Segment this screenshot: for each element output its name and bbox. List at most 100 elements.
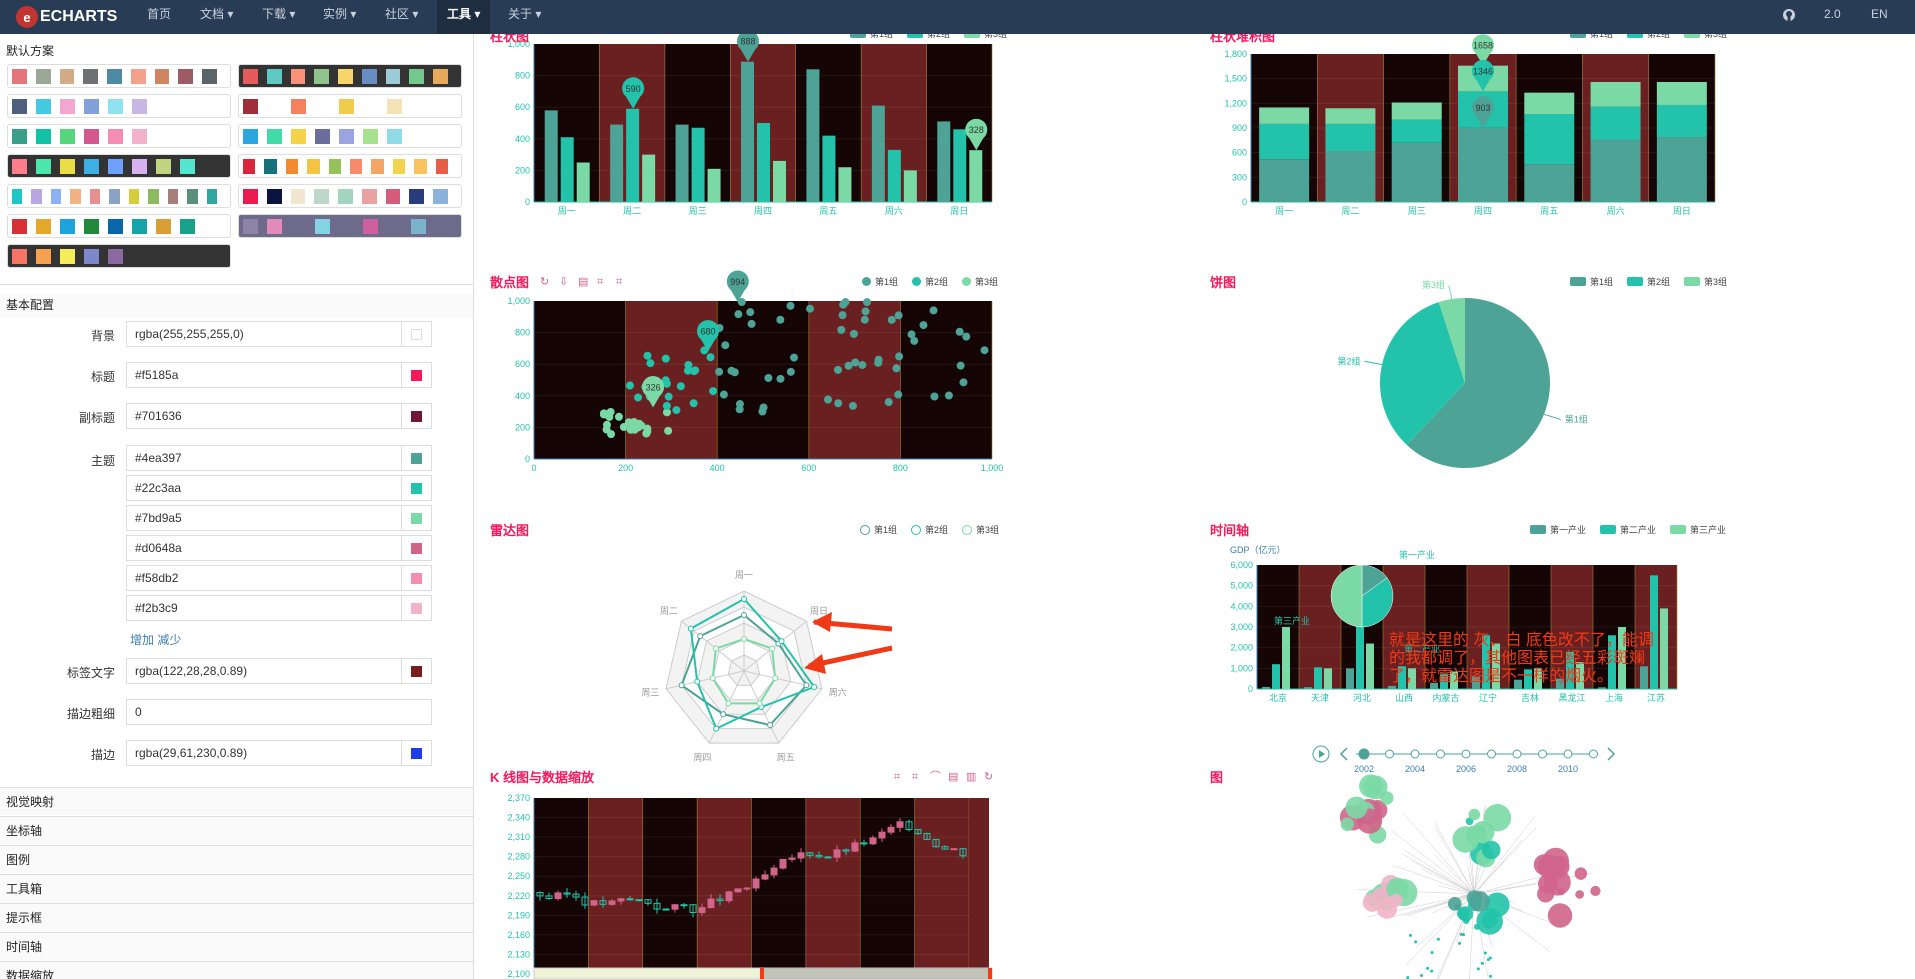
color-input[interactable]: rgba(255,255,255,0) (126, 321, 432, 347)
timeline-node[interactable] (1512, 749, 1522, 759)
preset-option[interactable] (7, 244, 231, 268)
datazoom-handle[interactable] (760, 968, 764, 979)
timeline-node[interactable] (1385, 749, 1394, 759)
theme-color-input[interactable]: #f58db2 (126, 565, 432, 591)
nav-tools[interactable]: 工具 ▾ (437, 0, 491, 34)
preset-option[interactable] (7, 154, 231, 178)
github-icon[interactable] (1782, 0, 1796, 34)
theme-color-input[interactable]: #d0648a (126, 535, 432, 561)
theme-color-input[interactable]: #f2b3c9 (126, 595, 432, 621)
accordion-item[interactable]: 坐标轴 (0, 816, 473, 844)
color-picker-button[interactable] (401, 741, 431, 765)
timeline-bar (1282, 627, 1290, 689)
add-color-link[interactable]: 增加 (130, 633, 154, 647)
preset-option[interactable] (7, 214, 231, 238)
toolbox-icon[interactable]: ⌒ (930, 770, 941, 783)
timeline-node[interactable] (1589, 749, 1598, 759)
nav-examples[interactable]: 实例 ▾ (323, 0, 356, 34)
version-link[interactable]: 2.0 (1824, 0, 1841, 34)
preset-option[interactable] (238, 214, 462, 238)
toolbox-icon[interactable]: ↻ (540, 276, 549, 288)
toolbox-icon[interactable]: ⌗ (616, 276, 622, 288)
color-input[interactable]: rgba(122,28,28,0.89) (126, 658, 432, 684)
toolbox-icon[interactable]: ⌗ (912, 771, 918, 783)
toolbox-icon[interactable]: ▥ (966, 771, 976, 783)
scatter-legend[interactable]: 第1组 第2组 第3组 (862, 275, 998, 288)
radar-legend[interactable]: 第1组 第2组 第3组 (860, 523, 999, 536)
timeline-prev-icon[interactable] (1339, 747, 1348, 761)
toolbox-icon[interactable]: ▤ (948, 771, 958, 783)
echarts-logo[interactable]: e ECHARTS (16, 6, 117, 28)
nav-download[interactable]: 下载 ▾ (262, 0, 295, 34)
color-input[interactable]: 0 (126, 699, 432, 725)
toolbox-icon[interactable]: ↻ (984, 771, 993, 783)
theme-color-input[interactable]: #22c3aa (126, 475, 432, 501)
preset-option[interactable] (7, 124, 231, 148)
timeline-node[interactable] (1563, 749, 1573, 759)
preset-option[interactable] (238, 184, 462, 208)
timeline-node[interactable] (1410, 749, 1420, 759)
accordion-item[interactable]: 提示框 (0, 903, 473, 931)
nav-about[interactable]: 关于 ▾ (508, 0, 541, 34)
preset-option[interactable] (7, 184, 231, 208)
toolbox-icon[interactable]: ⌗ (894, 771, 900, 783)
scatter-point (919, 321, 928, 330)
timeline-next-icon[interactable] (1607, 747, 1616, 761)
nav-docs[interactable]: 文档 ▾ (200, 0, 233, 34)
scatter-point (929, 306, 938, 315)
preset-option[interactable] (7, 94, 231, 118)
field-label: 标签文字 (66, 666, 115, 680)
color-picker-button[interactable] (401, 476, 431, 500)
color-picker-button[interactable] (401, 363, 431, 387)
preset-swatch (109, 188, 120, 204)
radar-indicator: 周一 (735, 570, 753, 580)
accordion-item[interactable]: 工具箱 (0, 874, 473, 902)
toolbox-icon[interactable]: ▤ (578, 276, 588, 288)
lang-switch[interactable]: EN (1871, 0, 1888, 34)
theme-color-input[interactable]: #4ea397 (126, 445, 432, 471)
timeline-node[interactable] (1487, 749, 1496, 759)
color-picker-button[interactable] (401, 659, 431, 683)
preset-option[interactable] (238, 64, 462, 88)
timeline-node[interactable] (1538, 749, 1547, 759)
pie-legend[interactable]: 第1组 第2组 第3组 (1570, 275, 1727, 288)
preset-option[interactable] (7, 64, 231, 88)
accordion-item[interactable]: 数据缩放 (0, 961, 473, 979)
color-picker-button[interactable] (401, 566, 431, 590)
color-picker-button[interactable] (401, 536, 431, 560)
color-picker-button[interactable] (401, 322, 431, 346)
scatter-point (851, 358, 860, 367)
graph-node (1468, 808, 1481, 821)
remove-color-link[interactable]: 减少 (157, 633, 181, 647)
color-picker-button[interactable] (401, 596, 431, 620)
timeline-legend[interactable]: 第一产业 第二产业 第三产业 (1530, 523, 1726, 536)
y-tick-label: 1,000 (507, 296, 530, 306)
stack-bar (1325, 123, 1376, 152)
color-picker-button[interactable] (401, 446, 431, 470)
accordion-item[interactable]: 视觉映射 (0, 787, 473, 815)
datazoom-window[interactable] (762, 968, 992, 979)
preset-option[interactable] (238, 94, 462, 118)
toolbox-icon[interactable]: ⇩ (559, 276, 568, 288)
color-input[interactable]: #f5185a (126, 362, 432, 388)
timeline-node[interactable] (1461, 749, 1471, 759)
stack-legend[interactable]: 第1组 第2组 第3组 (1570, 34, 1727, 40)
nav-community[interactable]: 社区 ▾ (385, 0, 418, 34)
preset-swatch (339, 128, 354, 144)
color-picker-button[interactable] (401, 404, 431, 428)
datazoom-handle[interactable] (988, 968, 992, 979)
color-picker-button[interactable] (401, 506, 431, 530)
preset-option[interactable] (238, 124, 462, 148)
accordion-item[interactable]: 图例 (0, 845, 473, 873)
nav-home[interactable]: 首页 (147, 0, 171, 34)
preset-option[interactable] (238, 154, 462, 178)
toolbox-icon[interactable]: ⌗ (597, 276, 603, 288)
timeline-node[interactable] (1358, 748, 1370, 760)
bar (953, 129, 967, 202)
theme-color-input[interactable]: #7bd9a5 (126, 505, 432, 531)
timeline-node[interactable] (1436, 749, 1445, 759)
accordion-item[interactable]: 时间轴 (0, 932, 473, 960)
bar-legend[interactable]: 第1组 第2组 第3组 (850, 34, 1007, 40)
color-input[interactable]: rgba(29,61,230,0.89) (126, 740, 432, 766)
color-input[interactable]: #701636 (126, 403, 432, 429)
